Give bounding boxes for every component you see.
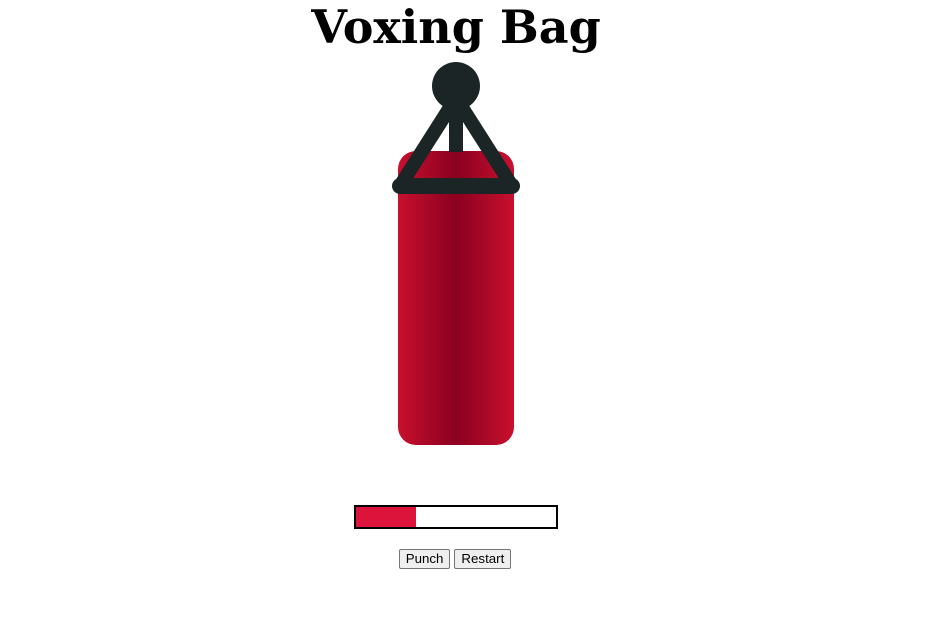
restart-button[interactable]: Restart: [454, 549, 512, 569]
bag-hook: [432, 62, 480, 110]
game-page: Voxing Bag Punch Restart: [0, 0, 936, 623]
bag-body: [398, 151, 514, 445]
punch-button[interactable]: Punch: [398, 549, 451, 569]
health-bar-fill: [356, 507, 416, 527]
controls: Punch Restart: [0, 549, 910, 569]
page-title: Voxing Bag: [311, 0, 601, 54]
punching-bag[interactable]: [386, 60, 526, 452]
health-bar: [354, 505, 558, 529]
